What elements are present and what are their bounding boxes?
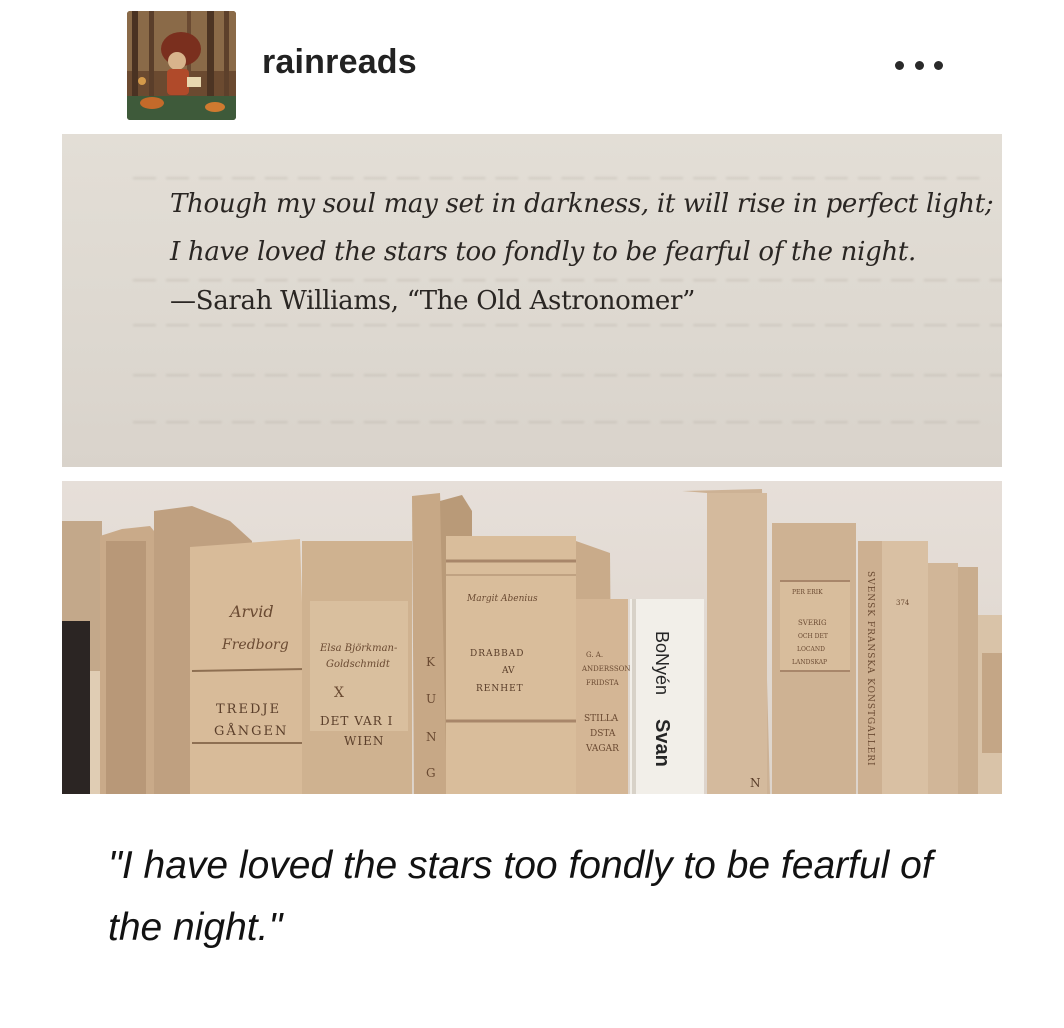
quote-line-2: I have loved the stars too fondly to be … <box>170 237 916 267</box>
spine-letter: K <box>426 655 436 669</box>
spine-letter: N <box>750 776 761 790</box>
bookshelf-illustration: Arvid Fredborg TREDJE GÅNGEN Elsa Björkm… <box>62 481 1002 794</box>
avatar-illustration <box>127 11 236 120</box>
spine-author-first: Arvid <box>228 602 274 621</box>
books-photo[interactable]: Arvid Fredborg TREDJE GÅNGEN Elsa Björkm… <box>62 481 1002 794</box>
spine-title: RENHET <box>476 684 524 694</box>
more-dot <box>895 60 904 70</box>
spine-text: LOCAND <box>797 646 825 653</box>
spine-text: VAGAR <box>585 744 619 754</box>
more-horizontal-icon[interactable] <box>895 50 943 80</box>
spine-title: WIEN <box>344 734 384 748</box>
spine-author: Elsa Björkman- <box>319 643 398 654</box>
quote-attribution: —Sarah Williams, “The Old Astronomer” <box>170 286 696 316</box>
quote-line-1: Though my soul may set in darkness, it w… <box>170 189 994 219</box>
spine-text: ANDERSSON <box>581 665 631 673</box>
spine-letter: N <box>426 730 437 744</box>
spine-mark: X <box>334 685 344 701</box>
spine-text: DSTA <box>590 729 616 739</box>
spine-text: SVENSK FRANSKA KONSTGALLERI <box>865 571 875 767</box>
avatar[interactable] <box>127 11 236 120</box>
spine-number: 374 <box>896 599 910 607</box>
more-dot <box>914 60 924 70</box>
spine-title: GÅNGEN <box>214 723 288 739</box>
bleed-through-text: — — — — — — — — — — — — — — — — — — — — … <box>132 162 981 191</box>
spine-author: Goldschmidt <box>326 659 391 670</box>
spine-letter: U <box>426 692 436 706</box>
spine-title: DET VAR I <box>320 714 393 728</box>
spine-text: LANDSKAP <box>792 659 827 666</box>
quote-photo[interactable]: — — — — — — — — — — — — — — — — — — — — … <box>62 134 1002 467</box>
bleed-through-text: — — — — — — — — — — — — — — — — — — — — … <box>132 406 981 435</box>
username[interactable]: rainreads <box>262 43 417 82</box>
spine-text: G. A. <box>586 651 603 659</box>
post-caption: "I have loved the stars too fondly to be… <box>108 844 933 949</box>
spine-text: OCH DET <box>798 633 828 640</box>
spine-text: PER ERIK <box>792 589 823 596</box>
bleed-through-text: — — — — — — — — — — — — — — — — — — — — … <box>132 359 1002 388</box>
spine-text: STILLA <box>584 714 619 724</box>
spine-title: TREDJE <box>216 702 281 717</box>
spine-text: FRIDSTA <box>586 679 620 687</box>
spine-author-last: Fredborg <box>221 637 289 653</box>
spine-publisher: BoNyén <box>652 631 672 695</box>
spine-title: Svan <box>651 719 673 767</box>
spine-text: SVERIG <box>798 619 827 627</box>
spine-letter: G <box>426 766 436 780</box>
spine-title: DRABBAD <box>470 649 524 659</box>
spine-author: Margit Abenius <box>466 594 538 604</box>
more-dot <box>934 60 943 70</box>
spine-title: AV <box>501 666 515 676</box>
